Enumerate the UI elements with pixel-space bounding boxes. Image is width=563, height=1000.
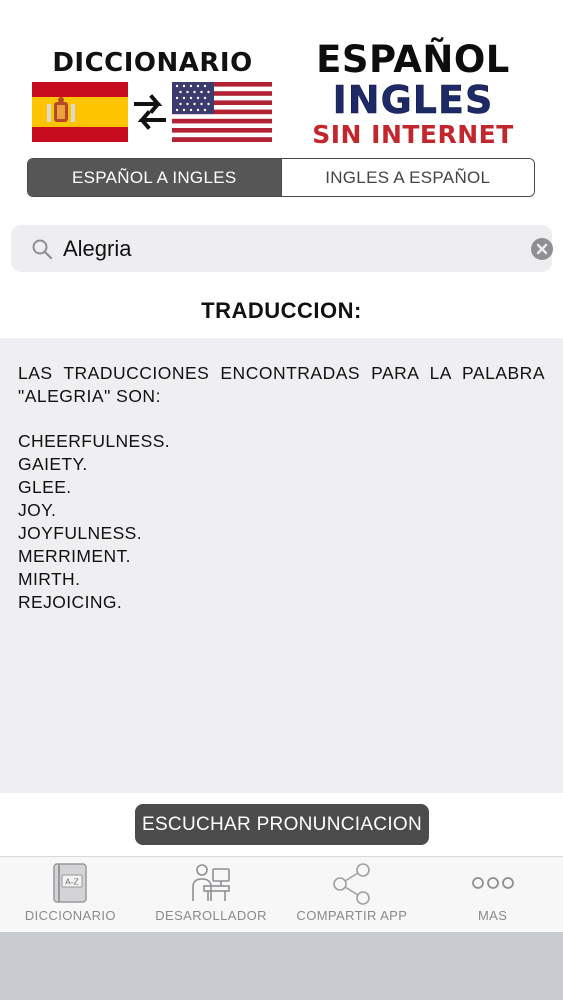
translation-word: MERRIMENT. <box>18 546 131 566</box>
translation-word: GAIETY. <box>18 454 88 474</box>
app-banner: DICCIONARIO ESPAÑOL INGLES SIN INTERNET <box>0 0 563 155</box>
flags-row <box>30 82 275 144</box>
app-screen: DICCIONARIO ESPAÑOL INGLES SIN INTERNET … <box>0 0 563 1000</box>
translation-word: JOY. <box>18 500 57 520</box>
tab-developer-label: DESAROLLADOR <box>155 908 267 923</box>
share-icon <box>333 863 370 905</box>
spain-flag-icon <box>32 82 128 142</box>
search-icon <box>32 239 53 260</box>
tab-more-label: MAS <box>477 908 508 923</box>
developer-computer-icon <box>192 864 230 901</box>
banner-title-spanish: ESPAÑOL <box>316 38 510 81</box>
more-dots-icon <box>471 877 514 889</box>
swap-arrows-icon <box>134 94 166 130</box>
banner-left: DICCIONARIO <box>30 48 275 142</box>
translation-result-area: LAS TRADUCCIONES ENCONTRADAS PARA LA PAL… <box>0 338 563 793</box>
tab-more[interactable]: MAS <box>422 857 563 933</box>
segment-english-to-spanish[interactable]: INGLES A ESPAÑOL <box>280 159 534 196</box>
translation-intro-text: LAS TRADUCCIONES ENCONTRADAS PARA LA PAL… <box>18 363 545 406</box>
tab-share-label: COMPARTIR APP <box>296 908 408 923</box>
search-input[interactable] <box>63 233 503 265</box>
tab-dictionary-label: DICCIONARIO <box>24 908 116 923</box>
translation-words-list: CHEERFULNESS. GAIETY. GLEE. JOY. JOYFULN… <box>18 430 418 614</box>
translation-word: JOYFULNESS. <box>18 523 143 543</box>
direction-segmented-control: ESPAÑOL A INGLES INGLES A ESPAÑOL <box>27 158 535 197</box>
banner-title-english: INGLES <box>332 78 494 122</box>
dictionary-book-icon: A-Z <box>53 863 88 903</box>
tab-dictionary[interactable]: A-Z DICCIONARIO <box>0 857 141 933</box>
bottom-tab-bar: A-Z DICCIONARIO DESAROLLADOR COMPARTIR A… <box>0 856 563 932</box>
translation-word: REJOICING. <box>18 592 123 612</box>
search-bar <box>11 225 554 272</box>
listen-pronunciation-button[interactable]: ESCUCHAR PRONUNCIACION <box>135 804 429 845</box>
banner-title-offline: SIN INTERNET <box>312 120 514 149</box>
clear-icon[interactable] <box>530 237 554 261</box>
translation-word: MIRTH. <box>18 569 81 589</box>
translation-word: GLEE. <box>18 477 72 497</box>
segment-spanish-to-english[interactable]: ESPAÑOL A INGLES <box>28 159 281 196</box>
banner-title-block: ESPAÑOL INGLES SIN INTERNET <box>298 40 528 150</box>
usa-flag-icon <box>172 82 272 142</box>
translation-heading: TRADUCCION: <box>201 298 362 323</box>
tab-share-app[interactable]: COMPARTIR APP <box>282 857 423 933</box>
svg-text:A-Z: A-Z <box>66 878 80 887</box>
bottom-safe-area <box>0 932 563 1000</box>
tab-developer[interactable]: DESAROLLADOR <box>141 857 282 933</box>
banner-dictionary-title: DICCIONARIO <box>52 48 253 78</box>
translation-word: CHEERFULNESS. <box>18 431 171 451</box>
